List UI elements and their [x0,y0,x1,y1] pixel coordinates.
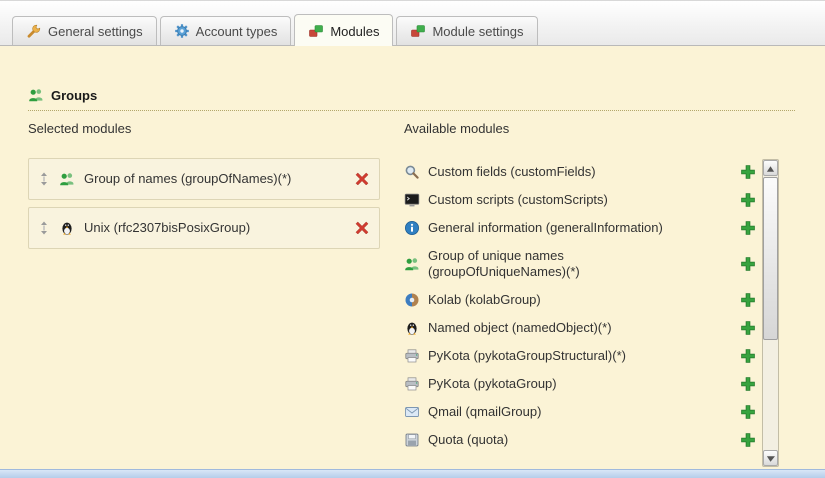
modules-icon [308,23,324,39]
available-module-row: Custom fields (customFields) [404,158,756,186]
kolab-icon [404,292,420,308]
add-icon[interactable] [740,220,756,236]
group-icon [404,256,420,272]
module-label: PyKota (pykotaGroupStructural)(*) [428,348,626,364]
add-icon[interactable] [740,432,756,448]
down-arrow-icon [766,451,775,466]
disk-icon [404,432,420,448]
delete-icon[interactable] [354,171,370,187]
mail-icon [404,404,420,420]
magnifier-icon [404,164,420,180]
selected-modules-heading: Selected modules [28,121,380,136]
selected-module-row[interactable]: Group of names (groupOfNames)(*) [28,158,380,200]
group-icon [28,87,44,103]
footer-bar [0,469,825,478]
printer-icon [404,348,420,364]
tab-bar: General settings Account types Modules M… [0,1,825,46]
delete-icon[interactable] [354,220,370,236]
drag-icon[interactable] [38,172,50,186]
module-label: Group of names (groupOfNames)(*) [84,171,345,187]
selected-module-row[interactable]: Unix (rfc2307bisPosixGroup) [28,207,380,249]
available-module-row: Group of unique names (groupOfUniqueName… [404,242,756,286]
tools-icon [26,23,42,39]
scroll-down-button[interactable] [763,450,778,466]
gear-icon [174,23,190,39]
selected-modules-panel: Selected modules Group of names (groupOf… [28,121,380,256]
module-label: Unix (rfc2307bisPosixGroup) [84,220,345,236]
available-modules-list: Custom fields (customFields) Custom scri… [404,158,756,454]
add-icon[interactable] [740,376,756,392]
available-module-row: Kolab (kolabGroup) [404,286,756,314]
module-label: Qmail (qmailGroup) [428,404,541,420]
up-arrow-icon [766,161,775,176]
scroll-up-button[interactable] [763,160,778,176]
terminal-icon [404,192,420,208]
available-modules-heading: Available modules [404,121,756,136]
tab[interactable]: General settings [12,16,157,45]
module-label: Quota (quota) [428,432,508,448]
module-label: Named object (namedObject)(*) [428,320,612,336]
add-icon[interactable] [740,320,756,336]
available-module-row: Named object (namedObject)(*) [404,314,756,342]
available-module-row: General information (generalInformation) [404,214,756,242]
available-modules-panel: Available modules Custom fields (customF… [404,121,756,454]
module-label: Kolab (kolabGroup) [428,292,541,308]
printer-icon [404,376,420,392]
section-header: Groups [28,87,795,111]
module-label: PyKota (pykotaGroup) [428,376,557,392]
module-label: Custom scripts (customScripts) [428,192,608,208]
tab-label: General settings [48,24,143,39]
add-icon[interactable] [740,164,756,180]
module-label: Custom fields (customFields) [428,164,596,180]
available-module-row: Qmail (qmailGroup) [404,398,756,426]
module-label: General information (generalInformation) [428,220,663,236]
add-icon[interactable] [740,348,756,364]
selected-modules-list: Group of names (groupOfNames)(*) Unix (r… [28,158,380,249]
available-module-row: PyKota (pykotaGroup) [404,370,756,398]
scroll-thumb[interactable] [763,177,778,340]
add-icon[interactable] [740,192,756,208]
available-module-row: Custom scripts (customScripts) [404,186,756,214]
tab-label: Account types [196,24,278,39]
available-modules-scrollbar[interactable] [762,159,779,467]
add-icon[interactable] [740,256,756,272]
modules-icon [410,23,426,39]
tab[interactable]: Account types [160,16,292,45]
tab-label: Modules [330,24,379,39]
section-title: Groups [51,88,97,103]
group-icon [59,171,75,187]
info-icon [404,220,420,236]
add-icon[interactable] [740,292,756,308]
available-module-row: PyKota (pykotaGroupStructural)(*) [404,342,756,370]
drag-icon[interactable] [38,221,50,235]
available-module-row: Quota (quota) [404,426,756,454]
tab[interactable]: Module settings [396,16,537,45]
module-label: Group of unique names (groupOfUniqueName… [428,248,696,280]
add-icon[interactable] [740,404,756,420]
tab-label: Module settings [432,24,523,39]
tab[interactable]: Modules [294,14,393,46]
linux-icon [59,220,75,236]
linux-icon [404,320,420,336]
lam-configuration-page: General settings Account types Modules M… [0,0,825,478]
